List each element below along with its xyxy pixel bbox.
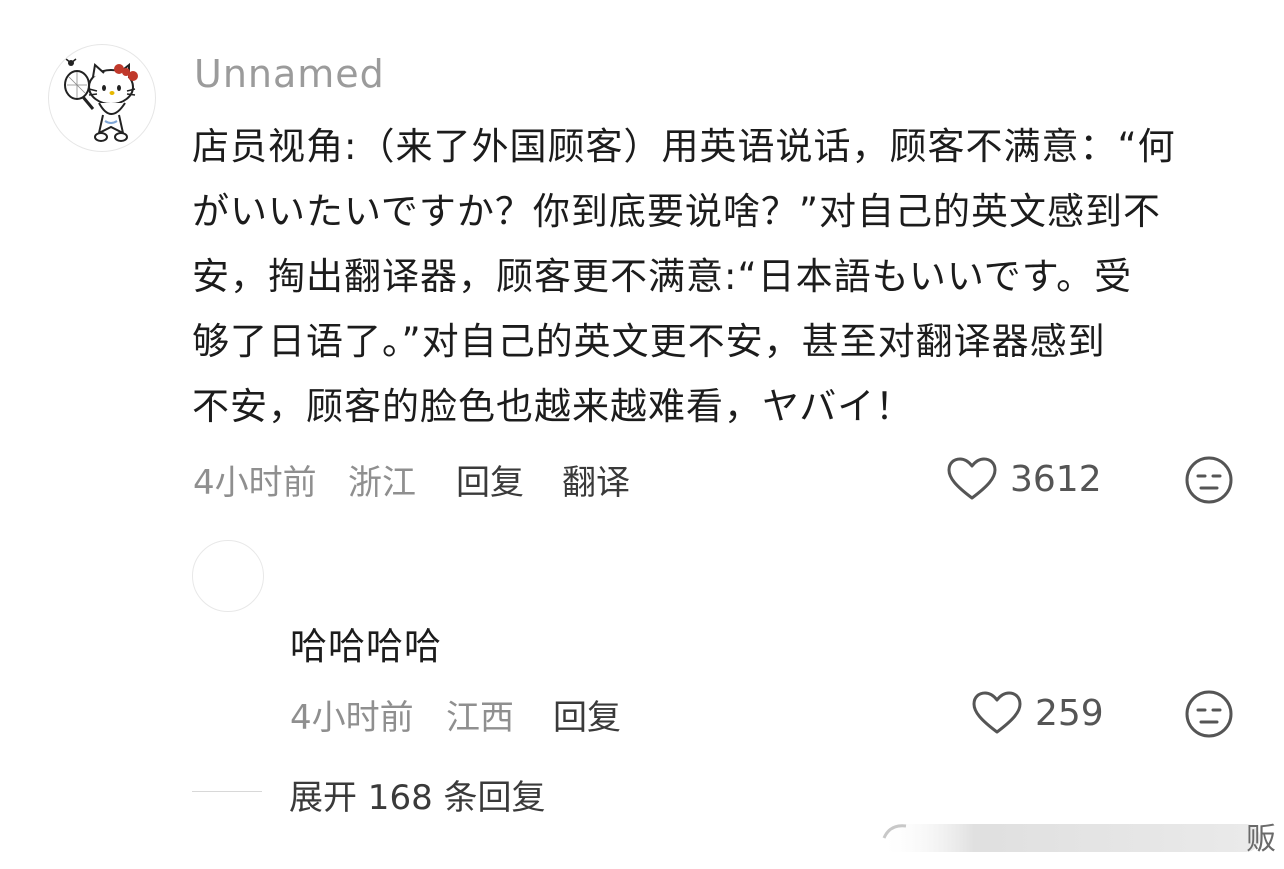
reply-text: 哈哈哈哈 <box>290 625 442 668</box>
heart-outline-icon <box>972 691 1022 734</box>
reply-like-count: 259 <box>1035 692 1104 734</box>
heart-outline-icon <box>947 457 997 500</box>
avatar[interactable] <box>48 44 156 152</box>
username[interactable]: Unnamed <box>194 52 385 96</box>
watermark-logo <box>880 824 1260 852</box>
expand-replies-button[interactable]: 展开 168 条回复 <box>289 770 546 819</box>
reply-time: 4小时前 <box>290 698 414 738</box>
divider <box>192 791 262 792</box>
like-count: 3612 <box>1010 458 1102 500</box>
reply-like-button[interactable]: 259 <box>971 690 1104 736</box>
comment-time: 4小时前 <box>193 463 317 503</box>
hello-kitty-avatar-icon <box>64 58 138 142</box>
comment-text: 店员视角:（来了外国顾客）用英语说话，顾客不满意：“何 がいいたいですか？你到底… <box>192 125 1176 428</box>
reply-location: 江西 <box>446 698 514 738</box>
watermark-char: 贩 <box>1246 822 1276 857</box>
translate-button[interactable]: 翻译 <box>562 455 630 504</box>
comment-location: 浙江 <box>348 463 416 503</box>
meh-face-icon[interactable] <box>1184 689 1234 743</box>
like-button[interactable]: 3612 <box>946 456 1102 502</box>
reply-reply-button[interactable]: 回复 <box>553 690 621 739</box>
reply-button[interactable]: 回复 <box>456 455 524 504</box>
meh-face-icon[interactable] <box>1184 455 1234 509</box>
reply-avatar[interactable] <box>192 540 264 612</box>
